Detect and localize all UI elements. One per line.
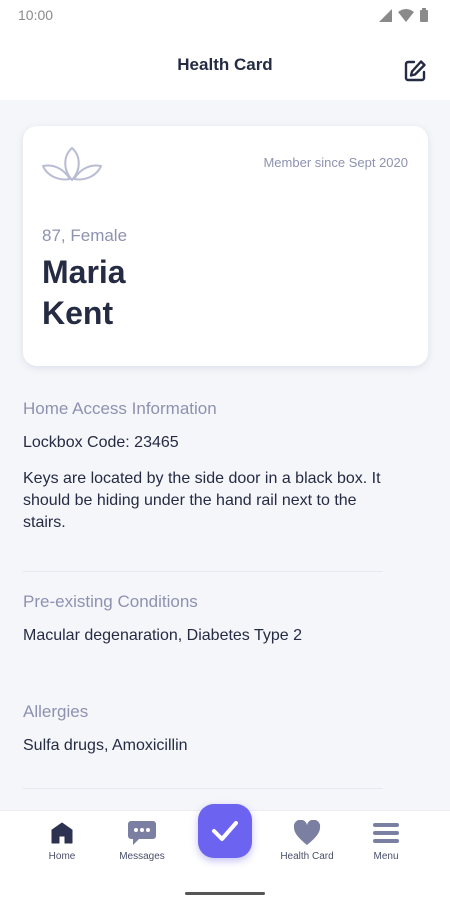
conditions-text: Macular degenaration, Diabetes Type 2	[23, 627, 302, 644]
battery-icon	[420, 8, 428, 22]
app-header: Health Card	[0, 30, 450, 100]
status-time: 10:00	[18, 7, 54, 23]
age-gender-label: 87, Female	[42, 226, 128, 245]
menu-icon	[373, 823, 399, 843]
nav-label-health-card: Health Card	[280, 851, 334, 862]
member-since-label: Member since Sept 2020	[263, 155, 408, 170]
allergies-section: Allergies Sulfa drugs, Amoxicillin	[23, 702, 383, 757]
home-icon	[51, 822, 73, 844]
patient-first-name: Maria	[42, 254, 126, 290]
chat-icon	[128, 821, 156, 845]
nav-label-menu: Menu	[373, 851, 399, 862]
lotus-logo-icon	[42, 147, 102, 181]
allergies-title: Allergies	[23, 702, 89, 721]
edit-icon	[404, 60, 426, 82]
patient-last-name: Kent	[42, 295, 114, 331]
access-note: Keys are located by the side door in a b…	[23, 470, 381, 531]
status-icons	[379, 8, 428, 22]
patient-name: Maria Kent	[42, 252, 126, 334]
allergies-text: Sulfa drugs, Amoxicillin	[23, 737, 188, 754]
nav-item-messages[interactable]: Messages	[97, 819, 187, 862]
divider	[23, 571, 383, 572]
nav-label-messages: Messages	[119, 851, 165, 862]
nav-label-home: Home	[48, 851, 76, 862]
conditions-title: Pre-existing Conditions	[23, 592, 198, 611]
home-access-section: Home Access Information Lockbox Code: 23…	[23, 399, 383, 534]
nav-item-health-card[interactable]: Health Card	[262, 819, 352, 862]
page-title: Health Card	[177, 55, 273, 74]
edit-button[interactable]	[402, 58, 428, 84]
nav-item-home[interactable]: Home	[17, 819, 107, 862]
nav-item-menu[interactable]: Menu	[341, 819, 431, 862]
wifi-icon	[398, 8, 414, 22]
health-card: Member since Sept 2020 87, Female Maria …	[23, 126, 428, 366]
signal-icon	[379, 8, 392, 22]
status-bar: 10:00	[0, 0, 450, 30]
heart-icon	[293, 820, 321, 845]
check-in-button[interactable]	[198, 804, 252, 858]
home-indicator	[185, 892, 265, 895]
lockbox-code: Lockbox Code: 23465	[23, 434, 179, 451]
home-access-title: Home Access Information	[23, 399, 217, 418]
check-icon	[212, 821, 238, 841]
conditions-section: Pre-existing Conditions Macular degenara…	[23, 592, 383, 647]
divider	[23, 788, 383, 789]
